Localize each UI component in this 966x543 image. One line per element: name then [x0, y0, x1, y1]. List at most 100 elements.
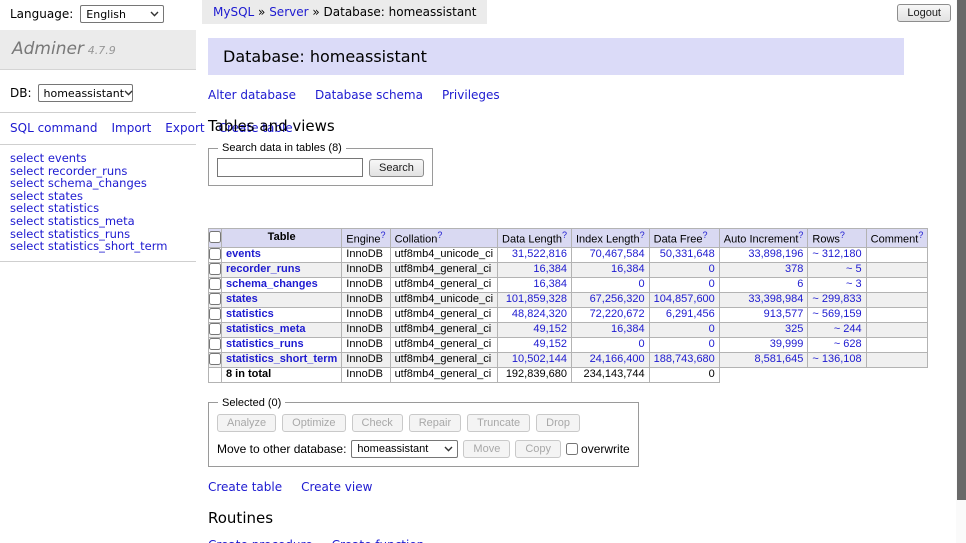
cell-engine: InnoDB — [342, 337, 390, 352]
check-button[interactable]: Check — [352, 414, 403, 432]
cell-data-length-link[interactable]: 49,152 — [533, 323, 567, 335]
table-link-recorder_runs[interactable]: recorder_runs — [226, 263, 301, 275]
cell-index-length-link[interactable]: 0 — [639, 278, 645, 290]
cell-data-free-link[interactable]: 50,331,648 — [660, 248, 715, 260]
table-link-statistics_runs[interactable]: statistics_runs — [226, 338, 304, 350]
link-create-procedure[interactable]: Create procedure — [208, 538, 313, 543]
cell-data-free-link[interactable]: 104,857,600 — [654, 293, 715, 305]
optimize-button[interactable]: Optimize — [282, 414, 345, 432]
help-link-comment[interactable]: ? — [918, 230, 923, 240]
move-db-select[interactable]: homeassistant — [351, 440, 458, 458]
analyze-button[interactable]: Analyze — [217, 414, 276, 432]
scrollbar[interactable] — [956, 0, 966, 543]
truncate-button[interactable]: Truncate — [467, 414, 530, 432]
cell-rows-link[interactable]: ~ 312,180 — [812, 248, 861, 260]
sidebar-select-schema-changes[interactable]: select schema_changes — [10, 177, 196, 190]
cell-index-length-link[interactable]: 24,166,400 — [590, 353, 645, 365]
row-checkbox-statistics_short_term[interactable] — [209, 353, 221, 365]
cell-data-free-link[interactable]: 188,743,680 — [654, 353, 715, 365]
row-checkbox-schema_changes[interactable] — [209, 278, 221, 290]
select-all-checkbox[interactable] — [209, 231, 221, 243]
cell-data-length-link[interactable]: 101,859,328 — [506, 293, 567, 305]
cell-auto-increment-link[interactable]: 39,999 — [770, 338, 804, 350]
cell-data-free: 0 — [649, 322, 719, 337]
cell-index-length-link[interactable]: 0 — [639, 338, 645, 350]
cell-auto-increment-link[interactable]: 6 — [797, 278, 803, 290]
cell-data-length-link[interactable]: 31,522,816 — [512, 248, 567, 260]
table-link-statistics_meta[interactable]: statistics_meta — [226, 323, 306, 335]
breadcrumb-link-server[interactable]: Server — [269, 5, 308, 19]
cell-auto-increment-link[interactable]: 33,898,196 — [748, 248, 803, 260]
row-checkbox-statistics_runs[interactable] — [209, 338, 221, 350]
table-link-statistics[interactable]: statistics — [226, 308, 274, 320]
cell-data-length-link[interactable]: 48,824,320 — [512, 308, 567, 320]
nav-link-privileges[interactable]: Privileges — [442, 88, 500, 102]
search-button[interactable]: Search — [369, 159, 424, 177]
link-create-table[interactable]: Create table — [208, 480, 282, 494]
move-button[interactable]: Move — [463, 440, 510, 458]
db-select[interactable]: homeassistant — [38, 84, 133, 102]
help-link-rows[interactable]: ? — [840, 230, 845, 240]
cell-data-length-link[interactable]: 10,502,144 — [512, 353, 567, 365]
cell-rows-link[interactable]: ~ 628 — [834, 338, 862, 350]
cell-index-length-link[interactable]: 70,467,584 — [590, 248, 645, 260]
help-link-data-length[interactable]: ? — [562, 230, 567, 240]
cell-data-length-link[interactable]: 16,384 — [533, 278, 567, 290]
help-link-data-free[interactable]: ? — [703, 230, 708, 240]
row-checkbox-statistics_meta[interactable] — [209, 323, 221, 335]
nav-link-database-schema[interactable]: Database schema — [315, 88, 423, 102]
help-link-index-length[interactable]: ? — [640, 230, 645, 240]
cell-data-length-link[interactable]: 49,152 — [533, 338, 567, 350]
drop-button[interactable]: Drop — [536, 414, 580, 432]
language-select[interactable]: English — [80, 5, 164, 23]
table-link-events[interactable]: events — [226, 248, 261, 260]
sidebar-select-statistics-meta[interactable]: select statistics_meta — [10, 215, 196, 228]
table-link-schema_changes[interactable]: schema_changes — [226, 278, 318, 290]
cell-index-length-link[interactable]: 72,220,672 — [590, 308, 645, 320]
cell-data-free-link[interactable]: 6,291,456 — [666, 308, 715, 320]
cell-data-free-link[interactable]: 0 — [709, 278, 715, 290]
cell-data-length-link[interactable]: 16,384 — [533, 263, 567, 275]
cell-data-free-link[interactable]: 0 — [709, 323, 715, 335]
cell-auto-increment-link[interactable]: 378 — [785, 263, 803, 275]
sidebar-action-import[interactable]: Import — [111, 121, 151, 135]
cell-index-length-link[interactable]: 67,256,320 — [590, 293, 645, 305]
row-checkbox-events[interactable] — [209, 248, 221, 260]
cell-rows-link[interactable]: ~ 244 — [834, 323, 862, 335]
cell-data-free-link[interactable]: 0 — [709, 263, 715, 275]
table-link-statistics_short_term[interactable]: statistics_short_term — [226, 353, 337, 365]
sidebar-select-statistics-short-term[interactable]: select statistics_short_term — [10, 240, 196, 253]
copy-button[interactable]: Copy — [515, 440, 561, 458]
breadcrumb-link-mysql[interactable]: MySQL — [213, 5, 254, 19]
help-link-engine[interactable]: ? — [381, 230, 386, 240]
table-link-states[interactable]: states — [226, 293, 258, 305]
row-checkbox-states[interactable] — [209, 293, 221, 305]
scrollbar-thumb[interactable] — [957, 0, 966, 500]
row-checkbox-statistics[interactable] — [209, 308, 221, 320]
search-input[interactable] — [217, 158, 363, 177]
cell-rows-link[interactable]: ~ 5 — [846, 263, 862, 275]
help-link-auto-increment[interactable]: ? — [798, 230, 803, 240]
sidebar-action-export[interactable]: Export — [165, 121, 204, 135]
cell-auto-increment-link[interactable]: 913,577 — [764, 308, 804, 320]
cell-data-free-link[interactable]: 0 — [709, 338, 715, 350]
link-create-view[interactable]: Create view — [301, 480, 372, 494]
logout-button[interactable]: Logout — [897, 4, 951, 22]
cell-index-length-link[interactable]: 16,384 — [611, 323, 645, 335]
cell-rows-link[interactable]: ~ 299,833 — [812, 293, 861, 305]
cell-index-length-link[interactable]: 16,384 — [611, 263, 645, 275]
cell-rows-link[interactable]: ~ 136,108 — [812, 353, 861, 365]
help-link-collation[interactable]: ? — [437, 230, 442, 240]
cell-rows-link[interactable]: ~ 3 — [846, 278, 862, 290]
cell-rows-link[interactable]: ~ 569,159 — [812, 308, 861, 320]
cell-auto-increment-link[interactable]: 8,581,645 — [754, 353, 803, 365]
sidebar-action-sql-command[interactable]: SQL command — [10, 121, 97, 135]
cell-auto-increment-link[interactable]: 325 — [785, 323, 803, 335]
repair-button[interactable]: Repair — [409, 414, 461, 432]
cell-auto-increment-link[interactable]: 33,398,984 — [748, 293, 803, 305]
overwrite-checkbox[interactable] — [566, 443, 578, 455]
row-checkbox-recorder_runs[interactable] — [209, 263, 221, 275]
link-create-function[interactable]: Create function — [332, 538, 425, 543]
sidebar-select-events[interactable]: select events — [10, 152, 196, 165]
nav-link-alter-database[interactable]: Alter database — [208, 88, 296, 102]
